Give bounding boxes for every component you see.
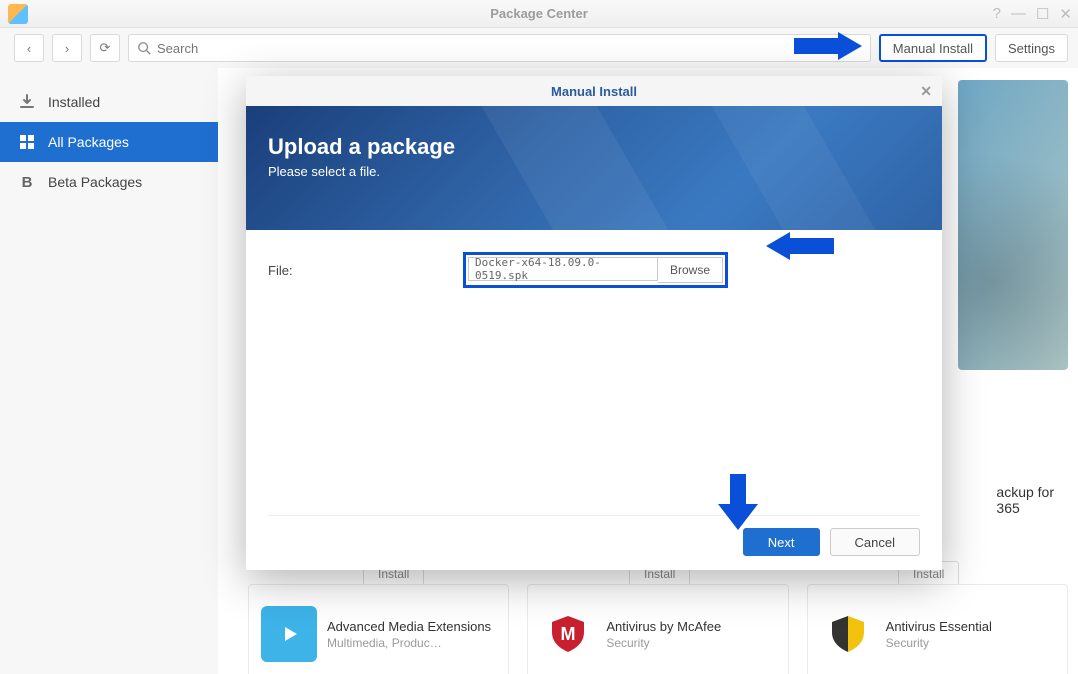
nav-back-button[interactable]: ‹ xyxy=(14,34,44,62)
search-icon xyxy=(137,41,151,55)
package-icon xyxy=(820,606,876,662)
sidebar-item-label: All Packages xyxy=(48,134,129,150)
dialog-body: File: Docker-x64-18.09.0-0519.spk Browse xyxy=(246,230,942,310)
package-title: Advanced Media Extensions xyxy=(327,619,491,634)
grid-icon xyxy=(18,133,36,151)
package-subtitle: Multimedia, Produc… xyxy=(327,636,491,650)
refresh-button[interactable]: ⟳ xyxy=(90,34,120,62)
dialog-footer: Next Cancel xyxy=(743,528,920,556)
dialog-separator xyxy=(268,515,920,516)
window-titlebar: Package Center ? — ☐ ✕ xyxy=(0,0,1078,28)
package-title: Antivirus Essential xyxy=(886,619,992,634)
toolbar: ‹ › ⟳ Manual Install Settings xyxy=(0,28,1078,68)
annotation-arrow-icon xyxy=(766,232,834,260)
settings-button[interactable]: Settings xyxy=(995,34,1068,62)
dialog-titlebar: Manual Install ✕ xyxy=(246,76,942,106)
annotation-arrow-icon xyxy=(718,474,758,530)
search-field[interactable] xyxy=(128,34,871,62)
close-icon[interactable]: ✕ xyxy=(1059,5,1072,23)
package-icon: M xyxy=(540,606,596,662)
dialog-close-button[interactable]: ✕ xyxy=(920,83,932,100)
manual-install-dialog: Manual Install ✕ Upload a package Please… xyxy=(246,76,942,570)
dialog-title: Manual Install xyxy=(551,84,637,99)
annotation-arrow-icon xyxy=(794,32,862,60)
maximize-icon[interactable]: ☐ xyxy=(1036,5,1049,23)
package-icon xyxy=(261,606,317,662)
next-button[interactable]: Next xyxy=(743,528,820,556)
banner-image xyxy=(958,80,1068,370)
download-icon xyxy=(18,93,36,111)
dialog-header: Upload a package Please select a file. xyxy=(246,106,942,230)
svg-text:M: M xyxy=(561,624,576,644)
file-label: File: xyxy=(268,263,463,278)
cancel-button[interactable]: Cancel xyxy=(830,528,920,556)
file-input-group: Docker-x64-18.09.0-0519.spk Browse xyxy=(463,252,728,288)
package-subtitle: Security xyxy=(886,636,992,650)
window-title: Package Center xyxy=(0,6,1078,21)
package-card[interactable]: Antivirus Essential Security xyxy=(807,584,1068,674)
sidebar-item-label: Beta Packages xyxy=(48,174,142,190)
sidebar: Installed All Packages B Beta Packages xyxy=(0,68,218,674)
package-title: Antivirus by McAfee xyxy=(606,619,721,634)
package-cards-row: Advanced Media Extensions Multimedia, Pr… xyxy=(248,584,1068,674)
file-path-input[interactable]: Docker-x64-18.09.0-0519.spk xyxy=(468,257,658,281)
minimize-icon[interactable]: — xyxy=(1011,5,1026,23)
search-input[interactable] xyxy=(157,41,862,56)
banner-text-fragment: ackup for 365 xyxy=(996,484,1054,516)
nav-forward-button[interactable]: › xyxy=(52,34,82,62)
sidebar-item-all-packages[interactable]: All Packages xyxy=(0,122,218,162)
window-controls: ? — ☐ ✕ xyxy=(993,5,1072,23)
sidebar-item-installed[interactable]: Installed xyxy=(0,82,218,122)
dialog-subheading: Please select a file. xyxy=(268,164,920,179)
beta-icon: B xyxy=(18,173,36,191)
sidebar-item-beta-packages[interactable]: B Beta Packages xyxy=(0,162,218,202)
package-card[interactable]: M Antivirus by McAfee Security xyxy=(527,584,788,674)
dialog-heading: Upload a package xyxy=(268,134,920,160)
sidebar-item-label: Installed xyxy=(48,94,100,110)
package-subtitle: Security xyxy=(606,636,721,650)
package-card[interactable]: Advanced Media Extensions Multimedia, Pr… xyxy=(248,584,509,674)
browse-button[interactable]: Browse xyxy=(658,257,723,283)
manual-install-button[interactable]: Manual Install xyxy=(879,34,987,62)
help-icon[interactable]: ? xyxy=(993,5,1001,23)
